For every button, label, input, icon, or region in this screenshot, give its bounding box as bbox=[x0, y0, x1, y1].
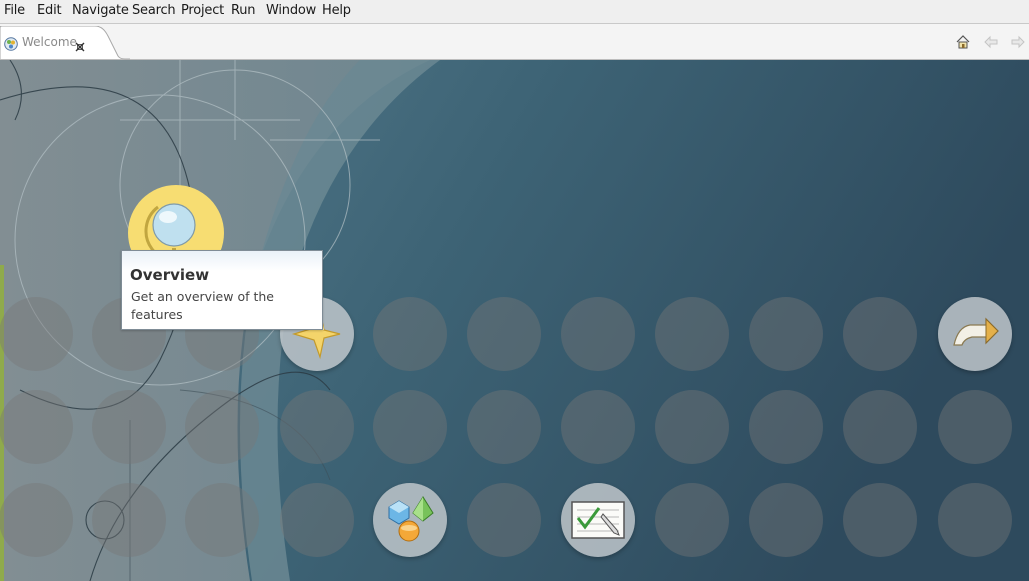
welcome-slot bbox=[467, 297, 541, 371]
welcome-slot bbox=[749, 390, 823, 464]
tooltip-description: Get an overview of the features bbox=[131, 289, 274, 322]
welcome-icon bbox=[4, 36, 18, 51]
menu-run[interactable]: Run bbox=[231, 3, 256, 18]
welcome-slot bbox=[185, 483, 259, 557]
welcome-slot bbox=[843, 297, 917, 371]
welcome-slot bbox=[938, 390, 1012, 464]
workbench-arrow-icon bbox=[953, 317, 999, 346]
welcome-slot bbox=[185, 390, 259, 464]
welcome-slot bbox=[92, 483, 166, 557]
welcome-slot bbox=[0, 390, 73, 464]
welcome-slot bbox=[749, 297, 823, 371]
menu-window[interactable]: Window bbox=[266, 3, 316, 18]
menu-project[interactable]: Project bbox=[181, 3, 224, 18]
close-icon[interactable] bbox=[75, 37, 85, 52]
menu-help[interactable]: Help bbox=[322, 3, 351, 18]
tab-welcome-label: Welcome bbox=[22, 35, 77, 49]
welcome-page: Overview Get an overview of the features bbox=[0, 60, 1029, 581]
welcome-slot bbox=[467, 483, 541, 557]
welcome-slot bbox=[655, 390, 729, 464]
welcome-slot bbox=[467, 390, 541, 464]
welcome-slot bbox=[843, 390, 917, 464]
workbench-button[interactable] bbox=[938, 297, 1012, 371]
welcome-slot bbox=[92, 390, 166, 464]
welcome-slot bbox=[373, 390, 447, 464]
menu-search[interactable]: Search bbox=[132, 3, 176, 18]
forward-arrow-icon[interactable] bbox=[1010, 34, 1026, 50]
samples-button[interactable] bbox=[373, 483, 447, 557]
welcome-slot bbox=[0, 483, 73, 557]
welcome-slot bbox=[655, 297, 729, 371]
welcome-slot bbox=[373, 297, 447, 371]
welcome-slot bbox=[280, 390, 354, 464]
samples-shapes-icon bbox=[388, 496, 434, 542]
menu-file[interactable]: File bbox=[4, 3, 25, 18]
welcome-slot bbox=[655, 483, 729, 557]
menu-navigate[interactable]: Navigate bbox=[72, 3, 129, 18]
welcome-slot bbox=[0, 297, 73, 371]
welcome-slot bbox=[561, 390, 635, 464]
tutorial-checklist-icon bbox=[571, 501, 625, 539]
tooltip-title: Overview bbox=[130, 266, 210, 284]
welcome-slot bbox=[938, 483, 1012, 557]
welcome-slot bbox=[843, 483, 917, 557]
overview-tooltip: Overview Get an overview of the features bbox=[121, 250, 323, 330]
menu-bar: File Edit Navigate Search Project Run Wi… bbox=[0, 0, 1029, 24]
menu-edit[interactable]: Edit bbox=[37, 3, 62, 18]
welcome-slot bbox=[749, 483, 823, 557]
welcome-slot bbox=[561, 297, 635, 371]
welcome-slot bbox=[280, 483, 354, 557]
back-arrow-icon[interactable] bbox=[983, 34, 999, 50]
editor-tab-bar: Welcome bbox=[0, 24, 1029, 60]
tutorials-button[interactable] bbox=[561, 483, 635, 557]
home-icon[interactable] bbox=[955, 34, 971, 50]
tab-welcome[interactable]: Welcome bbox=[0, 26, 130, 60]
